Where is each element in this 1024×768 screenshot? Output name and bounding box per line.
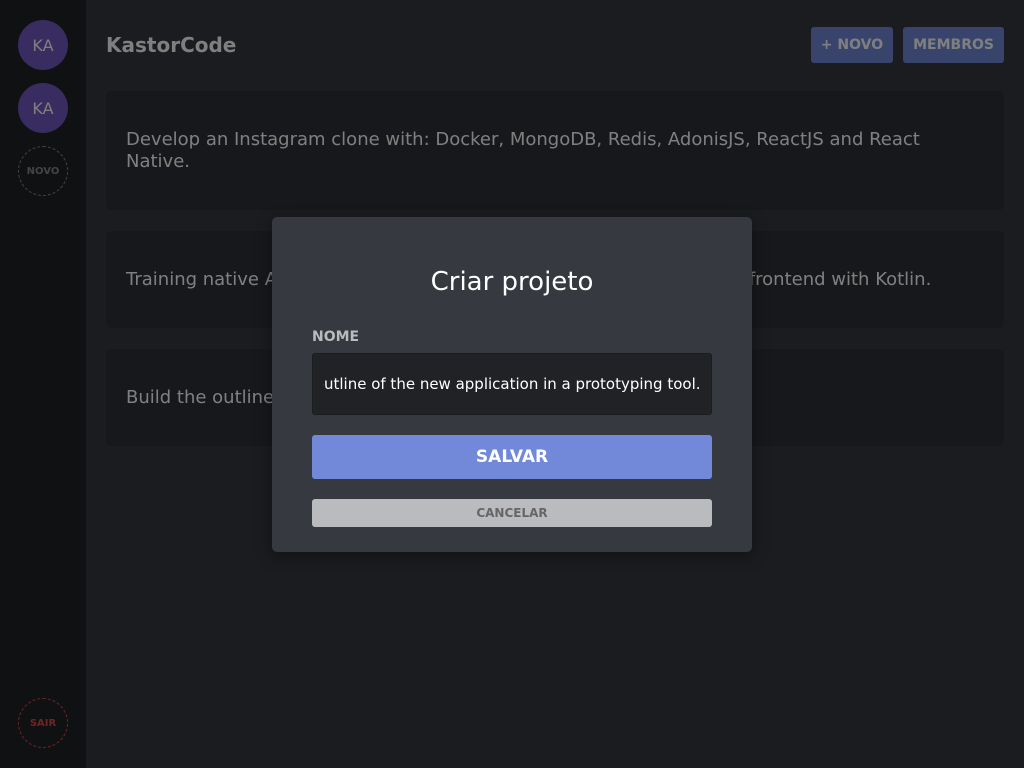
cancel-button[interactable]: CANCELAR bbox=[312, 499, 712, 527]
project-name-input[interactable] bbox=[312, 353, 712, 415]
create-project-modal: Criar projeto NOME SALVAR CANCELAR bbox=[272, 217, 752, 552]
name-field-label: NOME bbox=[312, 329, 360, 345]
save-button[interactable]: SALVAR bbox=[312, 435, 712, 479]
modal-title: Criar projeto bbox=[430, 267, 594, 297]
